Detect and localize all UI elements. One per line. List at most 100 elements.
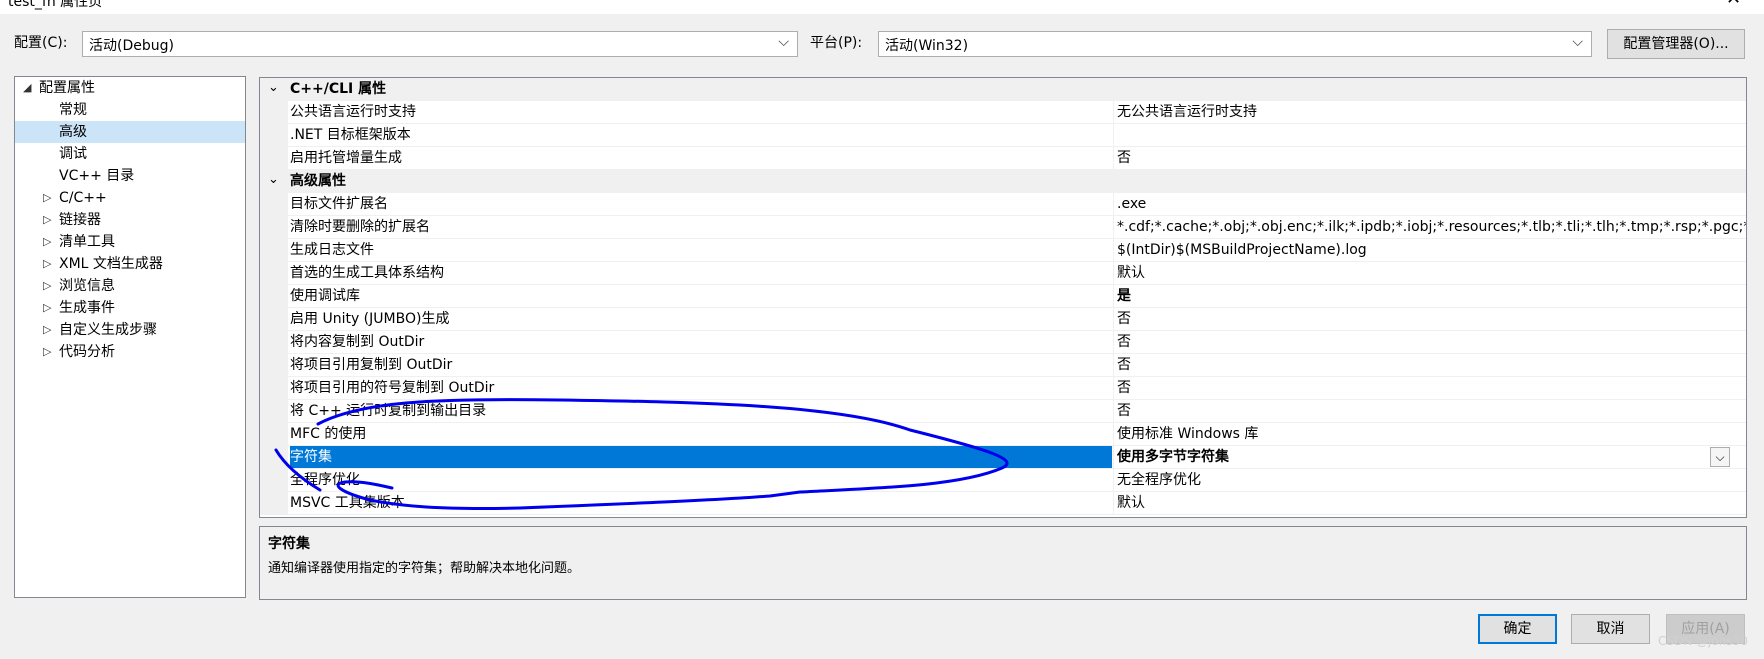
tree-root-label: 配置属性	[39, 80, 95, 96]
tree-item-label: VC++ 目录	[59, 168, 135, 184]
property-row[interactable]: 启用 Unity (JUMBO)生成 否	[260, 308, 1746, 331]
dropdown-chevron-icon[interactable]: ⌵	[1710, 447, 1730, 467]
column-divider[interactable]	[1113, 124, 1114, 147]
column-divider[interactable]	[1113, 262, 1114, 285]
property-row[interactable]: 目标文件扩展名 .exe	[260, 193, 1746, 216]
column-divider[interactable]	[1113, 377, 1114, 400]
property-value: 使用标准 Windows 库	[1117, 426, 1259, 442]
property-name: 公共语言运行时支持	[290, 104, 416, 120]
property-row[interactable]: 公共语言运行时支持 无公共语言运行时支持	[260, 101, 1746, 124]
config-manager-button[interactable]: 配置管理器(O)...	[1607, 29, 1745, 59]
tree-item[interactable]: ▷ XML 文档生成器	[15, 253, 245, 275]
platform-select[interactable]: 活动(Win32) ⌵	[878, 31, 1592, 57]
tree-item[interactable]: ▷ 生成事件	[15, 297, 245, 319]
expand-arrow-icon[interactable]: ▷	[43, 231, 51, 253]
column-divider[interactable]	[1113, 216, 1114, 239]
expand-arrow-icon[interactable]: ▷	[43, 253, 51, 275]
column-divider[interactable]	[1113, 285, 1114, 308]
tree-item[interactable]: ▷ 代码分析	[15, 341, 245, 363]
property-row[interactable]: 字符集 使用多字节字符集 ⌵	[260, 446, 1746, 469]
tree-item[interactable]: ▷ 链接器	[15, 209, 245, 231]
property-row[interactable]: 将内容复制到 OutDir 否	[260, 331, 1746, 354]
column-divider[interactable]	[1113, 469, 1114, 492]
property-value: 否	[1117, 311, 1131, 327]
property-row[interactable]: 生成日志文件 $(IntDir)$(MSBuildProjectName).log	[260, 239, 1746, 262]
property-row[interactable]: 首选的生成工具体系结构 默认	[260, 262, 1746, 285]
row-gutter	[260, 101, 288, 124]
platform-label: 平台(P):	[810, 35, 863, 51]
chevron-down-icon: ⌵	[778, 34, 789, 50]
expanded-triangle-icon[interactable]: ◢	[23, 77, 31, 99]
tree-item-label: 自定义生成步骤	[59, 322, 157, 338]
config-select[interactable]: 活动(Debug) ⌵	[82, 31, 798, 57]
column-divider[interactable]	[1113, 400, 1114, 423]
column-divider[interactable]	[1113, 423, 1114, 446]
row-gutter	[260, 262, 288, 285]
column-divider[interactable]	[1113, 147, 1114, 170]
tree-item-label: 清单工具	[59, 234, 115, 250]
property-name: 将 C++ 运行时复制到输出目录	[290, 403, 487, 419]
column-divider[interactable]	[1113, 239, 1114, 262]
property-value[interactable]: 使用多字节字符集	[1117, 446, 1746, 469]
property-value: 否	[1117, 357, 1131, 373]
property-row[interactable]: 启用托管增量生成 否	[260, 147, 1746, 170]
platform-select-value: 活动(Win32)	[885, 38, 969, 54]
expand-arrow-icon[interactable]: ▷	[43, 341, 51, 363]
property-row[interactable]: 全程序优化 无全程序优化	[260, 469, 1746, 492]
column-divider[interactable]	[1113, 492, 1114, 515]
property-name: 将项目引用复制到 OutDir	[290, 357, 453, 373]
property-value: 默认	[1117, 495, 1145, 511]
property-row[interactable]: 将项目引用的符号复制到 OutDir 否	[260, 377, 1746, 400]
column-divider[interactable]	[1113, 193, 1114, 216]
property-row[interactable]: 将 C++ 运行时复制到输出目录 否	[260, 400, 1746, 423]
property-name: 字符集	[290, 446, 1112, 469]
title-bar: test_fn 属性页 ✕	[0, 0, 1764, 14]
tree-item[interactable]: ▷ 清单工具	[15, 231, 245, 253]
collapse-chevron-icon[interactable]: ⌄	[268, 80, 279, 95]
column-divider[interactable]	[1113, 354, 1114, 377]
tree-root[interactable]: ◢ 配置属性	[15, 77, 245, 99]
close-icon[interactable]: ✕	[1726, 0, 1741, 9]
column-divider[interactable]	[1113, 308, 1114, 331]
property-grid[interactable]: ⌄ C++/CLI 属性公共语言运行时支持 无公共语言运行时支持 .NET 目标框架版…	[259, 77, 1747, 518]
property-category[interactable]: ⌄ C++/CLI 属性	[260, 78, 1746, 101]
tree-item[interactable]: 高级	[15, 121, 245, 143]
property-row[interactable]: MFC 的使用 使用标准 Windows 库	[260, 423, 1746, 446]
category-name: 高级属性	[290, 173, 346, 189]
expand-arrow-icon[interactable]: ▷	[43, 297, 51, 319]
column-divider[interactable]	[1113, 446, 1114, 469]
property-tree[interactable]: ◢ 配置属性 常规 高级 调试 VC++ 目录 ▷ C/C++ ▷ 链接器 ▷ 清单工具 ▷ XML …	[14, 76, 246, 598]
tree-item[interactable]: ▷ 自定义生成步骤	[15, 319, 245, 341]
description-text: 通知编译器使用指定的字符集；帮助解决本地化问题。	[268, 561, 581, 576]
property-category[interactable]: ⌄ 高级属性	[260, 170, 1746, 193]
row-gutter	[260, 400, 288, 423]
description-panel: 字符集 通知编译器使用指定的字符集；帮助解决本地化问题。	[259, 526, 1747, 600]
expand-arrow-icon[interactable]: ▷	[43, 187, 51, 209]
tree-item[interactable]: VC++ 目录	[15, 165, 245, 187]
property-row[interactable]: MSVC 工具集版本 默认	[260, 492, 1746, 515]
column-divider[interactable]	[1113, 331, 1114, 354]
tree-item[interactable]: ▷ C/C++	[15, 187, 245, 209]
expand-arrow-icon[interactable]: ▷	[43, 209, 51, 231]
cancel-button[interactable]: 取消	[1571, 614, 1650, 644]
column-divider[interactable]	[1113, 101, 1114, 124]
property-row[interactable]: .NET 目标框架版本	[260, 124, 1746, 147]
expand-arrow-icon[interactable]: ▷	[43, 275, 51, 297]
tree-item[interactable]: 常规	[15, 99, 245, 121]
row-gutter	[260, 193, 288, 216]
config-select-value: 活动(Debug)	[89, 38, 174, 54]
property-value: 无公共语言运行时支持	[1117, 104, 1257, 120]
property-name: MFC 的使用	[290, 426, 367, 442]
property-name: 将内容复制到 OutDir	[290, 334, 425, 350]
expand-arrow-icon[interactable]: ▷	[43, 319, 51, 341]
property-row[interactable]: 将项目引用复制到 OutDir 否	[260, 354, 1746, 377]
tree-item[interactable]: 调试	[15, 143, 245, 165]
property-row[interactable]: 清除时要删除的扩展名 *.cdf;*.cache;*.obj;*.obj.enc;…	[260, 216, 1746, 239]
ok-button[interactable]: 确定	[1478, 614, 1557, 644]
collapse-chevron-icon[interactable]: ⌄	[268, 172, 279, 187]
window-title: test_fn 属性页	[8, 0, 103, 10]
minimize-icon[interactable]	[1601, 0, 1621, 6]
row-gutter	[260, 446, 288, 469]
tree-item[interactable]: ▷ 浏览信息	[15, 275, 245, 297]
property-row[interactable]: 使用调试库 是	[260, 285, 1746, 308]
